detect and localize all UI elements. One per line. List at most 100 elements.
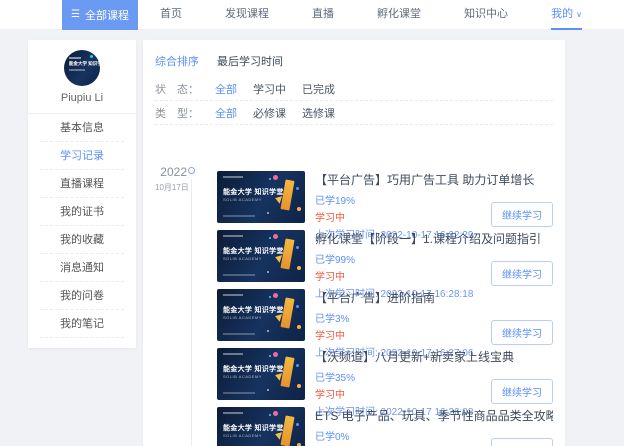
decor-dot xyxy=(269,355,271,357)
course-item: 能金大学 知识学堂 SOLIB ACADEMY 【沃频道】八月更新+新卖家上线宝… xyxy=(217,348,553,418)
sidebar-item-live-courses[interactable]: 直播课程 xyxy=(40,170,124,198)
sidebar-item-learning-records[interactable]: 学习记录 xyxy=(40,142,124,170)
nav-item-incubation-classroom[interactable]: 孵化课堂 xyxy=(377,0,421,30)
decor-dot xyxy=(296,423,299,426)
main-nav: 首页 发现课程 直播 孵化课堂 知识中心 我的 ∨ xyxy=(146,0,596,30)
type-option-required[interactable]: 必修课 xyxy=(253,105,286,121)
cover-flag-graphic xyxy=(280,356,295,388)
nav-item-discover-courses[interactable]: 发现课程 xyxy=(225,0,269,30)
sort-option-comprehensive[interactable]: 综合排序 xyxy=(155,53,199,69)
course-thumbnail[interactable]: 能金大学 知识学堂 SOLIB ACADEMY xyxy=(217,289,305,341)
nav-item-live[interactable]: 直播 xyxy=(312,0,334,30)
type-option-all[interactable]: 全部 xyxy=(215,105,237,121)
cover-flag-graphic xyxy=(280,297,295,329)
sidebar-item-basic-info[interactable]: 基本信息 xyxy=(40,114,124,142)
cover-subtitle: SOLIB ACADEMY xyxy=(223,197,262,202)
course-item: 能金大学 知识学堂 SOLIB ACADEMY 【平台广告】进阶指南 已学3% … xyxy=(217,289,553,359)
sort-option-last-learning-time[interactable]: 最后学习时间 xyxy=(217,53,283,69)
cover-decoration xyxy=(223,235,243,237)
avatar: 能金大学 知识学堂 xyxy=(64,50,100,86)
cover-flag-graphic xyxy=(280,415,295,446)
continue-learning-button[interactable]: 继续学习 xyxy=(491,438,553,446)
decor-dot xyxy=(297,325,301,329)
decor-dot xyxy=(273,411,278,416)
status-option-all[interactable]: 全部 xyxy=(215,81,237,97)
status-option-completed[interactable]: 已完成 xyxy=(302,81,335,97)
decor-dot xyxy=(273,234,278,239)
cover-title: 能金大学 知识学堂 xyxy=(223,307,284,314)
course-list: 能金大学 知识学堂 SOLIB ACADEMY 【平台广告】巧用广告工具 助力订… xyxy=(217,171,553,446)
course-title[interactable]: ETS 电子产品、玩具、季节性商品品类全攻略 xyxy=(315,407,553,424)
timeline-dot xyxy=(188,167,195,174)
timeline-line xyxy=(191,179,192,446)
course-title[interactable]: 孵化课堂【阶段一】1.课程介绍及问题指引 xyxy=(315,230,553,247)
decor-dot xyxy=(273,352,278,357)
cover-decoration xyxy=(223,176,243,178)
cover-decoration xyxy=(223,412,243,414)
decor-dot xyxy=(269,414,271,416)
sidebar-item-my-questionnaires[interactable]: 我的问卷 xyxy=(40,282,124,310)
nav-item-knowledge-center[interactable]: 知识中心 xyxy=(464,0,508,30)
continue-learning-button[interactable]: 继续学习 xyxy=(491,202,553,227)
course-item: 能金大学 知识学堂 SOLIB ACADEMY 【平台广告】巧用广告工具 助力订… xyxy=(217,171,553,241)
sidebar-menu: 基本信息 学习记录 直播课程 我的证书 我的收藏 消息通知 我的问卷 我的笔记 xyxy=(28,114,136,338)
avatar-decoration xyxy=(69,57,81,59)
course-thumbnail[interactable]: 能金大学 知识学堂 SOLIB ACADEMY xyxy=(217,171,305,223)
status-filter-label: 状 态： xyxy=(155,83,199,96)
avatar-cover-text: 能金大学 知识学堂 xyxy=(69,61,100,66)
avatar-decoration xyxy=(69,69,85,71)
avatar-decoration-dot xyxy=(90,55,93,58)
nav-item-home[interactable]: 首页 xyxy=(160,0,182,30)
course-item: 能金大学 知识学堂 SOLIB ACADEMY 孵化课堂【阶段一】1.课程介绍及… xyxy=(217,230,553,300)
decor-dot xyxy=(267,271,269,273)
continue-learning-button[interactable]: 继续学习 xyxy=(491,379,553,404)
cover-flag-graphic xyxy=(280,179,295,211)
decor-dot xyxy=(273,175,278,180)
status-option-learning[interactable]: 学习中 xyxy=(253,81,286,97)
continue-learning-button[interactable]: 继续学习 xyxy=(491,320,553,345)
course-title[interactable]: 【沃频道】八月更新+新卖家上线宝典 xyxy=(315,348,553,365)
sidebar-item-my-certificates[interactable]: 我的证书 xyxy=(40,198,124,226)
cover-title: 能金大学 知识学堂 xyxy=(223,366,284,373)
course-thumbnail[interactable]: 能金大学 知识学堂 SOLIB ACADEMY xyxy=(217,407,305,446)
decor-dot xyxy=(267,330,269,332)
sidebar-item-my-notes[interactable]: 我的笔记 xyxy=(40,310,124,338)
course-thumbnail[interactable]: 能金大学 知识学堂 SOLIB ACADEMY xyxy=(217,230,305,282)
cover-subtitle: SOLIB ACADEMY xyxy=(223,256,262,261)
decor-dot xyxy=(296,364,299,367)
course-thumbnail[interactable]: 能金大学 知识学堂 SOLIB ACADEMY xyxy=(217,348,305,400)
course-item: 能金大学 知识学堂 SOLIB ACADEMY ETS 电子产品、玩具、季节性商… xyxy=(217,407,553,446)
profile-sidebar: 能金大学 知识学堂 Piupiu Li 基本信息 学习记录 直播课程 我的证书 … xyxy=(28,40,136,348)
cover-subtitle: SOLIB ACADEMY xyxy=(223,374,262,379)
nav-item-mine[interactable]: 我的 ∨ xyxy=(551,0,582,30)
decor-dot xyxy=(273,293,278,298)
cover-flag-graphic xyxy=(280,238,295,270)
sidebar-item-notifications[interactable]: 消息通知 xyxy=(40,254,124,282)
sidebar-item-my-favorites[interactable]: 我的收藏 xyxy=(40,226,124,254)
sort-row: 综合排序 最后学习时间 xyxy=(155,48,553,77)
decor-dot xyxy=(296,187,299,190)
decor-dot xyxy=(296,305,299,308)
decor-dot xyxy=(267,212,269,214)
type-filter-row: 类 型： 全部 必修课 选修课 xyxy=(155,101,553,125)
cover-title: 能金大学 知识学堂 xyxy=(223,248,284,255)
learning-records-panel: 综合排序 最后学习时间 状 态： 全部 学习中 已完成 类 型： 全部 必修课 … xyxy=(143,40,565,446)
cover-decoration xyxy=(223,353,243,355)
course-title[interactable]: 【平台广告】进阶指南 xyxy=(315,289,553,306)
status-filter-row: 状 态： 全部 学习中 已完成 xyxy=(155,77,553,101)
cover-decoration xyxy=(223,274,255,276)
cover-subtitle: SOLIB ACADEMY xyxy=(223,433,262,438)
cover-title: 能金大学 知识学堂 xyxy=(223,189,284,196)
course-title[interactable]: 【平台广告】巧用广告工具 助力订单增长 xyxy=(315,171,553,188)
course-timeline-area: 2022 10月17日 能金大学 知识学堂 SOLIB ACADEMY 【平台广… xyxy=(155,125,553,446)
all-courses-label: 全部课程 xyxy=(84,10,129,22)
continue-learning-button[interactable]: 继续学习 xyxy=(491,261,553,286)
decor-dot xyxy=(269,237,271,239)
type-option-elective[interactable]: 选修课 xyxy=(302,105,335,121)
cover-decoration xyxy=(223,333,255,335)
cover-title: 能金大学 知识学堂 xyxy=(223,425,284,432)
decor-dot xyxy=(269,178,271,180)
cover-decoration xyxy=(223,392,255,394)
cover-subtitle: SOLIB ACADEMY xyxy=(223,315,262,320)
all-courses-button[interactable]: ☰ 全部课程 xyxy=(62,0,138,30)
